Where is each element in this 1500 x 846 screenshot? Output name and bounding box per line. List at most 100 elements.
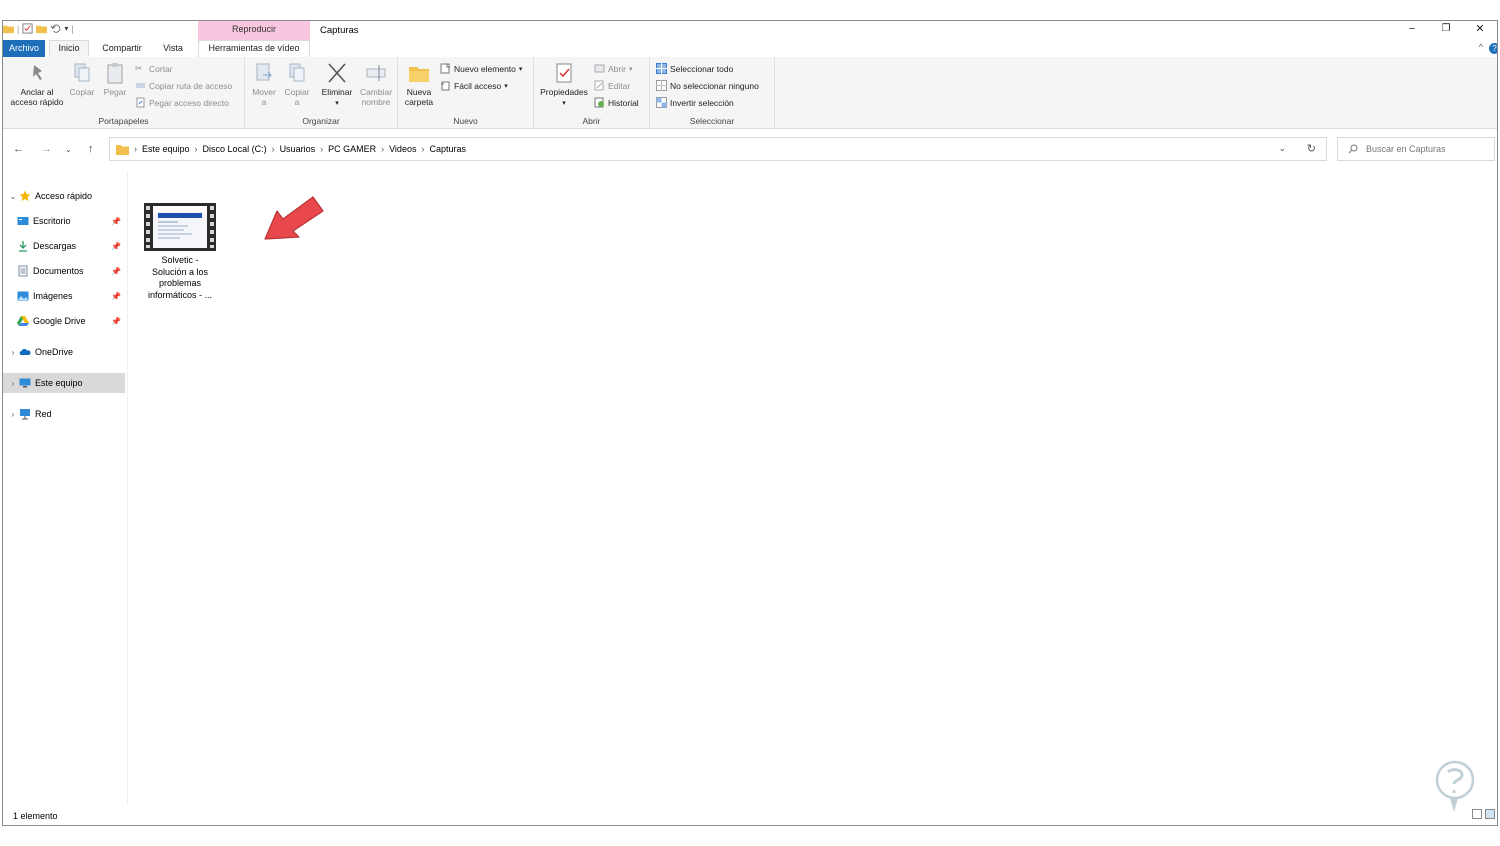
address-dropdown-chevron-icon[interactable]: ⌄	[1278, 143, 1286, 154]
network-icon	[20, 409, 30, 420]
nav-network[interactable]: › Red	[3, 404, 125, 424]
group-organize: Mover a Copiar a Eliminar ▾ Cambiar nombr…	[245, 57, 398, 128]
new-item-label: Nuevo elemento	[454, 63, 516, 74]
nav-downloads[interactable]: Descargas 📌	[3, 236, 125, 256]
copy-to-button[interactable]: Copiar a	[282, 61, 312, 107]
invert-selection-button[interactable]: Invertir selección	[656, 97, 734, 108]
ribbon-toggle-button[interactable]: ^	[1479, 42, 1483, 52]
open-button[interactable]: Abrir ▾	[594, 63, 632, 74]
video-thumbnail-icon	[144, 203, 216, 251]
copy-icon	[74, 63, 90, 82]
new-folder-button[interactable]: Nueva carpeta	[402, 61, 436, 107]
nav-this-pc[interactable]: › Este equipo	[3, 373, 125, 393]
google-drive-icon	[17, 316, 29, 326]
pin-quick-access-button[interactable]: Anclar al acceso rápido	[7, 61, 67, 107]
paste-shortcut-button[interactable]: Pegar acceso directo	[135, 97, 229, 108]
red-pointer-arrow-icon	[264, 196, 324, 240]
desktop-icon	[17, 217, 29, 225]
back-arrow-icon[interactable]: ←	[13, 143, 24, 155]
nav-onedrive[interactable]: › OneDrive	[3, 342, 125, 362]
minimize-button[interactable]: −	[1395, 21, 1429, 38]
delete-dropdown-icon[interactable]: ▾	[335, 100, 339, 107]
breadcrumb-local-disk[interactable]: Disco Local (C:)	[203, 144, 267, 154]
edit-button[interactable]: Editar	[594, 80, 630, 91]
copy-button[interactable]: Copiar	[67, 61, 97, 97]
open-icon	[594, 64, 605, 73]
rename-button[interactable]: Cambiar nombre	[357, 61, 395, 107]
pin-icon: 📌	[111, 291, 121, 301]
file-name-line-3: problemas	[158, 278, 202, 288]
breadcrumb-separator-icon[interactable]: ›	[421, 144, 424, 154]
paste-button[interactable]: Pegar	[100, 61, 130, 97]
file-name-line-1: Solvetic -	[161, 255, 199, 265]
properties-button[interactable]: Propiedades ▾	[538, 61, 590, 109]
group-label-clipboard: Portapapeles	[98, 116, 149, 126]
easy-access-button[interactable]: Fácil acceso ▾	[440, 80, 508, 91]
forward-arrow-icon[interactable]: →	[41, 143, 52, 155]
breadcrumb-users[interactable]: Usuarios	[280, 144, 316, 154]
breadcrumb-this-pc[interactable]: Este equipo	[142, 144, 190, 154]
up-arrow-icon[interactable]: ↑	[88, 143, 94, 155]
breadcrumb-separator-icon[interactable]: ›	[272, 144, 275, 154]
select-none-label: No seleccionar ninguno	[670, 80, 759, 91]
collapsed-chevron-icon[interactable]: ›	[7, 379, 19, 388]
tab-home[interactable]: Inicio	[49, 40, 89, 57]
nav-google-drive[interactable]: Google Drive 📌	[3, 311, 125, 331]
help-button[interactable]: ?	[1489, 43, 1497, 54]
tab-share[interactable]: Compartir	[97, 40, 147, 57]
breadcrumb-separator-icon[interactable]: ›	[381, 144, 384, 154]
group-label-select: Seleccionar	[689, 116, 735, 126]
delete-button[interactable]: Eliminar ▾	[319, 61, 355, 109]
nav-pictures[interactable]: Imágenes 📌	[3, 286, 125, 306]
new-folder-icon[interactable]	[36, 23, 48, 34]
new-folder-icon	[409, 67, 429, 82]
nav-desktop[interactable]: Escritorio 📌	[3, 211, 125, 231]
collapsed-chevron-icon[interactable]: ›	[7, 348, 19, 357]
customize-qat-icon[interactable]: ▾	[64, 24, 68, 33]
select-none-button[interactable]: No seleccionar ninguno	[656, 80, 759, 91]
edit-label: Editar	[608, 80, 631, 91]
history-button[interactable]: Historial	[594, 97, 639, 108]
large-icons-view-icon[interactable]	[1485, 809, 1495, 819]
address-bar[interactable]: › Este equipo › Disco Local (C:) › Usuar…	[109, 137, 1327, 161]
recent-locations-chevron-icon[interactable]: ⌄	[65, 145, 72, 154]
move-to-button[interactable]: Mover a	[249, 61, 279, 107]
group-label-new: Nuevo	[453, 116, 478, 126]
nav-pictures-label: Imágenes	[33, 291, 73, 301]
nav-quick-access[interactable]: ⌄ Acceso rápido	[3, 186, 125, 206]
nav-network-label: Red	[35, 409, 52, 419]
collapsed-chevron-icon[interactable]: ›	[7, 410, 19, 419]
refresh-icon[interactable]: ↻	[1307, 142, 1316, 155]
select-all-label: Seleccionar todo	[670, 63, 734, 74]
breadcrumb-separator-icon[interactable]: ›	[195, 144, 198, 154]
breadcrumb-pc-gamer[interactable]: PC GAMER	[328, 144, 376, 154]
nav-documents[interactable]: Documentos 📌	[3, 261, 125, 281]
file-item-video[interactable]: Solvetic - Solución a los problemas info…	[140, 203, 220, 301]
delete-label: Eliminar	[321, 87, 353, 97]
copy-to-label-1: Copiar	[284, 87, 310, 97]
breadcrumb-separator-icon[interactable]: ›	[320, 144, 323, 154]
expanded-chevron-icon[interactable]: ⌄	[7, 192, 19, 201]
breadcrumb-videos[interactable]: Videos	[389, 144, 416, 154]
rename-icon	[366, 65, 386, 81]
tab-video-tools[interactable]: Herramientas de vídeo	[198, 40, 310, 57]
nav-quick-access-label: Acceso rápido	[35, 191, 93, 201]
breadcrumb-capturas[interactable]: Capturas	[429, 144, 466, 154]
close-button[interactable]: ✕	[1463, 21, 1497, 38]
select-all-button[interactable]: Seleccionar todo	[656, 63, 733, 74]
navigation-pane: ⌄ Acceso rápido Escritorio 📌 Descargas 📌…	[3, 171, 128, 807]
move-to-icon	[256, 63, 273, 81]
tab-file[interactable]: Archivo	[3, 40, 45, 57]
cut-button[interactable]: ✂ Cortar	[135, 63, 173, 74]
undo-icon[interactable]	[50, 23, 61, 34]
file-name-line-4: informáticos - ...	[147, 289, 212, 300]
computer-icon	[19, 378, 31, 388]
nav-downloads-label: Descargas	[33, 241, 77, 251]
tab-view[interactable]: Vista	[157, 40, 189, 57]
properties-dropdown-icon[interactable]: ▾	[562, 100, 566, 107]
new-item-button[interactable]: Nuevo elemento ▾	[440, 63, 522, 74]
search-box[interactable]: Buscar en Capturas	[1337, 137, 1495, 161]
properties-icon[interactable]	[22, 23, 33, 34]
maximize-button[interactable]: ❐	[1429, 21, 1463, 38]
copy-path-button[interactable]: Copiar ruta de acceso	[135, 80, 232, 91]
